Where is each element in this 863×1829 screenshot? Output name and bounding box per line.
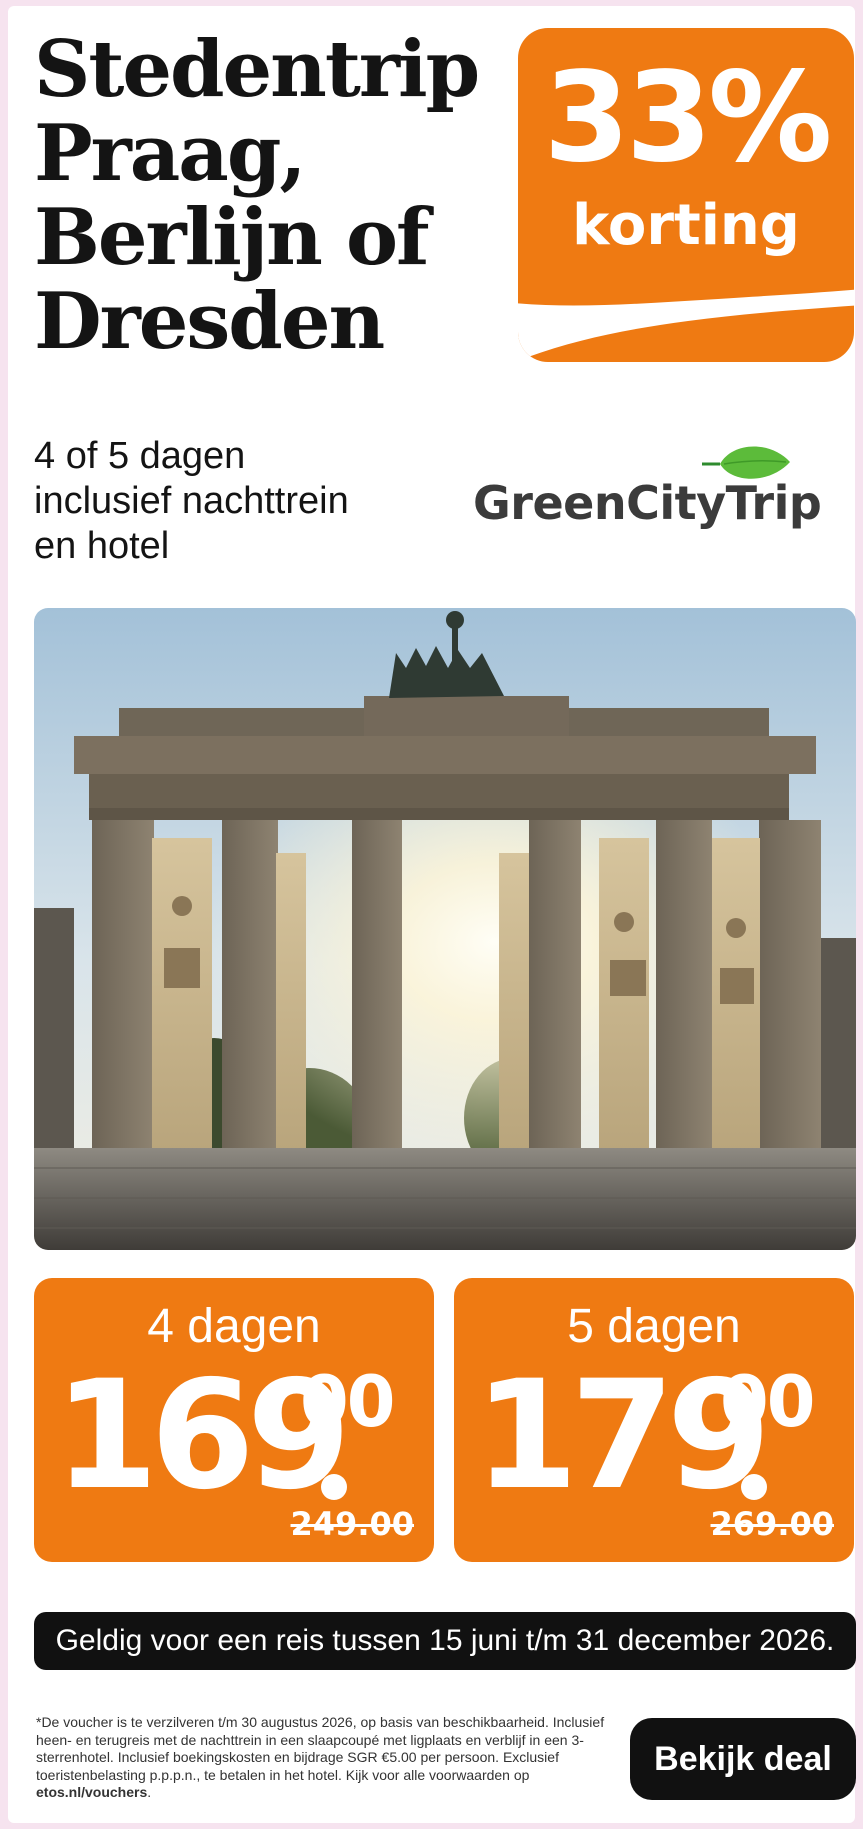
price-dot	[321, 1474, 347, 1500]
fine-print: *De voucher is te verzilveren t/m 30 aug…	[36, 1714, 612, 1802]
offer-price-cents: 00	[300, 1361, 395, 1443]
headline-line-3: Berlijn of	[34, 192, 430, 283]
headline: Stedentrip Praag, Berlijn of Dresden	[34, 28, 504, 364]
subtitle: 4 of 5 dagen inclusief nachttrein en hot…	[34, 434, 454, 569]
price-dot	[741, 1474, 767, 1500]
offer-old-price: 249.00	[290, 1505, 414, 1543]
subtitle-line-3: en hotel	[34, 525, 170, 567]
view-deal-button[interactable]: Bekijk deal	[630, 1718, 856, 1800]
subtitle-line-1: 4 of 5 dagen	[34, 435, 246, 477]
vouchers-link[interactable]: etos.nl/vouchers	[36, 1784, 147, 1800]
subtitle-line-2: inclusief nachttrein	[34, 480, 349, 522]
offer-5-days[interactable]: 5 dagen 179 00 269.00	[454, 1278, 854, 1562]
offer-days-label: 5 dagen	[567, 1300, 741, 1353]
offer-price-cents: 00	[720, 1361, 815, 1443]
ad-card: Stedentrip Praag, Berlijn of Dresden 33%…	[8, 6, 856, 1823]
fine-print-text: *De voucher is te verzilveren t/m 30 aug…	[36, 1714, 605, 1783]
swoosh-icon	[518, 289, 854, 357]
discount-value: 33%	[543, 46, 833, 190]
fine-print-end: .	[147, 1784, 152, 1800]
discount-label: korting	[572, 193, 800, 258]
discount-badge: 33% korting	[518, 28, 854, 362]
brand-logo: GreenCityTrip	[473, 436, 853, 556]
validity-banner: Geldig voor een reis tussen 15 juni t/m …	[34, 1612, 856, 1670]
brand-name: GreenCityTrip	[473, 476, 822, 530]
headline-line-2: Praag,	[34, 108, 307, 199]
offer-4-days[interactable]: 4 dagen 169 00 249.00	[34, 1278, 434, 1562]
brandenburg-gate-photo	[34, 608, 856, 1250]
headline-line-1: Stedentrip	[34, 24, 480, 115]
offer-old-price: 269.00	[710, 1505, 834, 1543]
headline-line-4: Dresden	[34, 276, 385, 367]
offer-days-label: 4 dagen	[147, 1300, 321, 1353]
